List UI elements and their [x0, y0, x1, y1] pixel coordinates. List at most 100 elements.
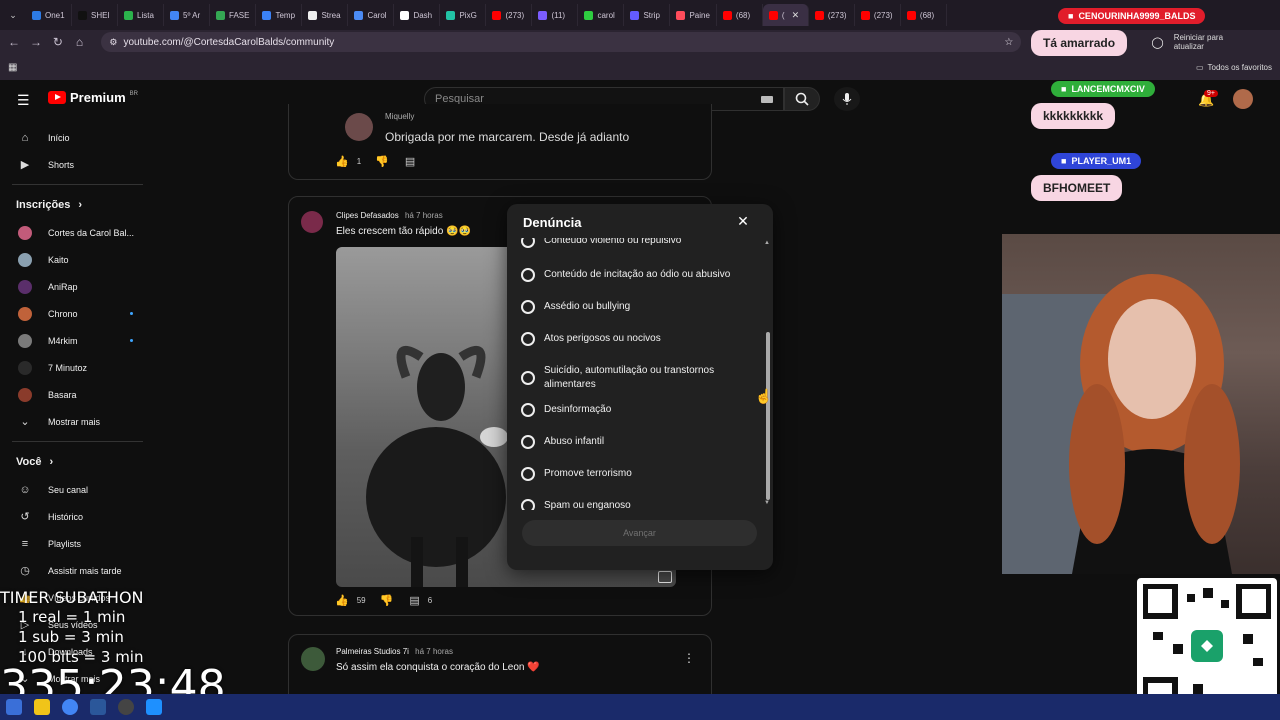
- report-dialog-title: Denúncia: [523, 215, 582, 230]
- browser-tab[interactable]: PixG: [440, 4, 487, 26]
- report-reason-option[interactable]: Spam ou enganoso: [521, 499, 756, 510]
- sidebar-subscription[interactable]: M4rkim: [0, 327, 155, 354]
- post-menu-icon[interactable]: ⋮: [683, 651, 695, 665]
- browser-tab[interactable]: One1: [26, 4, 72, 26]
- close-icon[interactable]: ✕: [736, 214, 750, 228]
- chrome-icon[interactable]: [62, 699, 78, 715]
- report-reason-option[interactable]: Assédio ou bullying: [521, 300, 756, 314]
- voice-search-button[interactable]: [834, 87, 860, 111]
- expand-image-icon[interactable]: [658, 571, 672, 583]
- browser-tab[interactable]: (11): [532, 4, 579, 26]
- radio-button[interactable]: [521, 467, 535, 481]
- start-icon[interactable]: [6, 699, 22, 715]
- sidebar-subscription[interactable]: Chrono: [0, 300, 155, 327]
- radio-button[interactable]: [521, 403, 535, 417]
- browser-tab[interactable]: (✕: [762, 4, 809, 26]
- menu-icon[interactable]: ☰: [17, 92, 30, 109]
- report-reason-option[interactable]: Abuso infantil: [521, 435, 756, 449]
- like-icon[interactable]: 👍: [335, 155, 349, 168]
- sidebar-subscription[interactable]: 7 Minutoz: [0, 354, 155, 381]
- browser-tab[interactable]: 5º Ar: [164, 4, 210, 26]
- browser-tab[interactable]: (273): [486, 4, 533, 26]
- scroll-down-arrow-icon[interactable]: ▼: [764, 500, 770, 506]
- comment-icon[interactable]: ▤: [409, 594, 419, 607]
- site-info-icon[interactable]: ⚙: [109, 37, 117, 48]
- reply-author[interactable]: Miquelly: [385, 112, 414, 121]
- word-icon[interactable]: [90, 699, 106, 715]
- radio-button[interactable]: [521, 268, 535, 282]
- sidebar-item-you[interactable]: ≡ Playlists: [0, 530, 155, 557]
- sidebar-subscription[interactable]: Kaito: [0, 246, 155, 273]
- tab-title: PixG: [459, 10, 477, 20]
- sidebar-item-you[interactable]: ☺ Seu canal: [0, 476, 155, 503]
- radio-button[interactable]: [521, 300, 535, 314]
- report-reason-option[interactable]: Suicídio, automutilação ou transtornos a…: [521, 364, 756, 391]
- file-explorer-icon[interactable]: [34, 699, 50, 715]
- radio-button[interactable]: [521, 499, 535, 510]
- profile-icon[interactable]: ◯: [1151, 36, 1163, 49]
- channel-avatar[interactable]: [301, 647, 325, 671]
- report-reason-option[interactable]: Conteúdo violento ou repulsivo: [521, 238, 756, 248]
- youtube-logo[interactable]: Premium BR: [48, 90, 138, 105]
- radio-button[interactable]: [521, 332, 535, 346]
- forward-icon[interactable]: →: [30, 35, 42, 49]
- radio-button[interactable]: [521, 435, 535, 449]
- account-avatar[interactable]: [1233, 89, 1253, 109]
- you-heading[interactable]: Você ›: [0, 448, 155, 476]
- browser-tab[interactable]: Carol: [348, 4, 395, 26]
- like-icon[interactable]: 👍: [335, 594, 349, 607]
- sidebar-item-início[interactable]: ⌂ Início: [0, 124, 155, 151]
- report-reason-option[interactable]: Conteúdo de incitação ao ódio ou abusivo: [521, 268, 756, 282]
- subscriptions-heading[interactable]: Inscrições ›: [0, 191, 155, 219]
- next-button[interactable]: Avançar: [522, 520, 757, 546]
- reload-icon[interactable]: ↻: [52, 35, 64, 49]
- browser-tab[interactable]: SHEI: [72, 4, 118, 26]
- radio-button[interactable]: [521, 238, 535, 248]
- apps-grid-icon[interactable]: ▦: [8, 62, 17, 73]
- tab-search-icon[interactable]: ⌄: [0, 4, 26, 26]
- sidebar-subscription[interactable]: Cortes da Carol Bal...: [0, 219, 155, 246]
- url-field[interactable]: ⚙ youtube.com/@CortesdaCarolBalds/commun…: [101, 32, 1022, 52]
- sidebar-item-shorts[interactable]: ▶ Shorts: [0, 151, 155, 178]
- restart-to-update-button[interactable]: Reiniciar para atualizar: [1174, 33, 1242, 51]
- sidebar-item-you[interactable]: ↺ Histórico: [0, 503, 155, 530]
- browser-tab[interactable]: FASE: [210, 4, 257, 26]
- report-reason-option[interactable]: Desinformação: [521, 403, 756, 417]
- all-bookmarks-button[interactable]: ▭ Todos os favoritos: [1196, 63, 1272, 72]
- browser-tab[interactable]: Dash: [394, 4, 441, 26]
- dislike-icon[interactable]: 👎: [380, 594, 394, 607]
- browser-tab[interactable]: (273): [809, 4, 855, 26]
- report-list-scrollbar[interactable]: [766, 332, 770, 500]
- browser-tab[interactable]: (273): [855, 4, 901, 26]
- browser-tab[interactable]: Strea: [302, 4, 349, 26]
- sidebar-item-you[interactable]: ◷ Assistir mais tarde: [0, 557, 155, 584]
- scroll-up-arrow-icon[interactable]: ▲: [764, 240, 770, 246]
- browser-tab[interactable]: Strip: [624, 4, 671, 26]
- app-icon[interactable]: [146, 699, 162, 715]
- show-more-subscriptions[interactable]: ⌄ Mostrar mais: [0, 408, 155, 435]
- radio-button[interactable]: [521, 370, 535, 385]
- obs-icon[interactable]: [118, 699, 134, 715]
- channel-avatar[interactable]: [301, 211, 323, 233]
- close-tab-icon[interactable]: ✕: [792, 10, 800, 21]
- bookmark-star-icon[interactable]: ☆: [1004, 37, 1013, 48]
- browser-tab[interactable]: Paine: [670, 4, 717, 26]
- sidebar-subscription[interactable]: Basara: [0, 381, 155, 408]
- back-icon[interactable]: ←: [8, 35, 20, 49]
- keyboard-icon[interactable]: [761, 96, 773, 103]
- browser-tab[interactable]: (68): [901, 4, 947, 26]
- browser-tab[interactable]: Temp: [256, 4, 303, 26]
- report-reason-option[interactable]: Atos perigosos ou nocivos: [521, 332, 756, 346]
- channel-name[interactable]: Clipes Defasados: [336, 211, 399, 220]
- report-reason-option[interactable]: Promove terrorismo: [521, 467, 756, 481]
- reply-avatar[interactable]: [345, 113, 373, 141]
- browser-tab[interactable]: (68): [717, 4, 763, 26]
- home-icon[interactable]: ⌂: [74, 35, 86, 49]
- channel-name[interactable]: Palmeiras Studios 7i: [336, 647, 409, 656]
- sidebar-subscription[interactable]: AniRap: [0, 273, 155, 300]
- dislike-icon[interactable]: 👎: [375, 155, 389, 168]
- browser-tab[interactable]: carol: [578, 4, 625, 26]
- search-button[interactable]: [784, 87, 820, 111]
- comment-icon[interactable]: ▤: [405, 155, 415, 168]
- browser-tab[interactable]: Lista: [118, 4, 164, 26]
